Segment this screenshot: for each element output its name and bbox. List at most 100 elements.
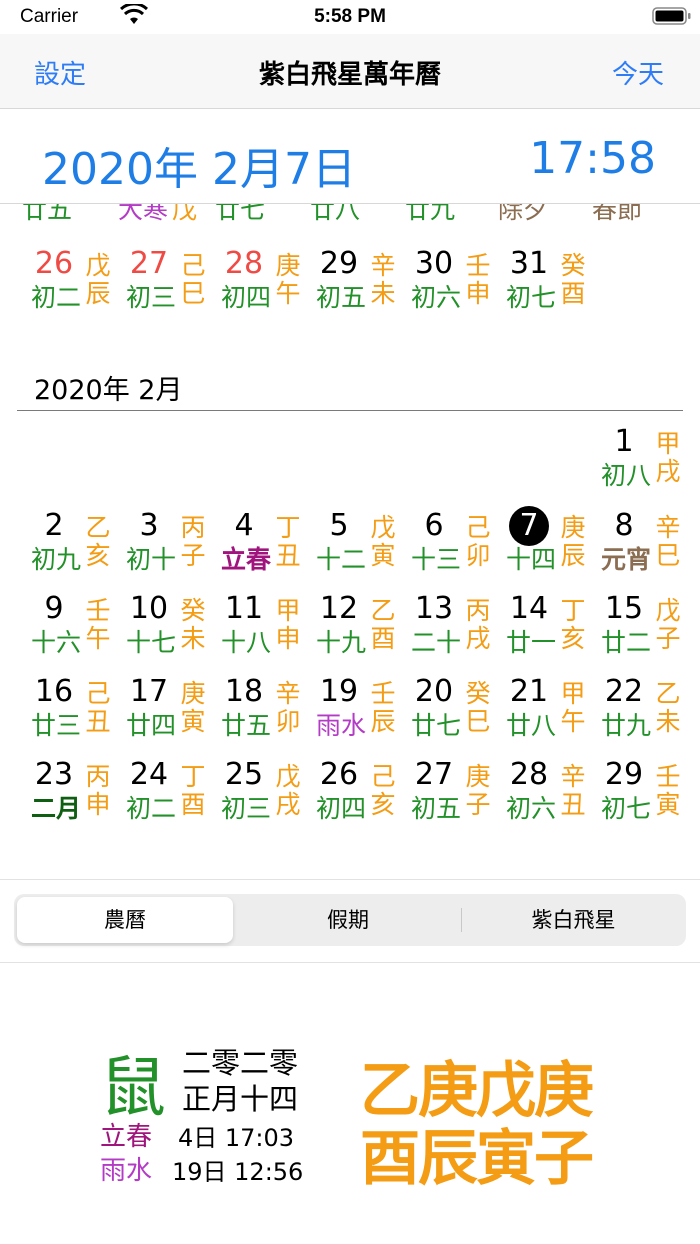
ganzhi-label: 庚午 <box>275 251 301 308</box>
day-number: 5 <box>329 508 349 543</box>
ganzhi-label: 己丑 <box>85 679 111 736</box>
segment-holidays[interactable]: 假期 <box>238 897 458 943</box>
day-cell[interactable]: 21 廿八甲午 <box>500 672 595 752</box>
day-cell[interactable]: 22 廿九乙未 <box>595 672 690 752</box>
day-cell[interactable]: 6 十三己卯 <box>405 506 500 586</box>
lunar-day: 十四 <box>505 545 556 574</box>
ganzhi-label: 丁酉 <box>180 762 206 819</box>
ganzhi-label: 丙子 <box>180 513 206 570</box>
segment-lunar[interactable]: 農曆 <box>17 897 233 943</box>
ganzhi-label: 丁丑 <box>275 513 301 570</box>
lunar-day: 初五 <box>315 283 366 312</box>
clipped-lunar-label: 廿七 <box>215 204 266 224</box>
day-cell[interactable]: 27 初五庚子 <box>405 755 500 835</box>
ganzhi-label: 甲戌 <box>655 429 681 486</box>
battery-icon <box>652 7 691 25</box>
lunar-day: 初二 <box>30 283 81 312</box>
bazi-branches: 酉辰寅子 <box>360 1124 594 1194</box>
current-time[interactable]: 17:58 <box>529 133 656 184</box>
solar-term-1-value: 4日 17:03 <box>178 1124 295 1152</box>
ganzhi-label: 戊寅 <box>370 513 396 570</box>
ganzhi-label: 癸未 <box>180 596 206 653</box>
lunar-day: 廿八 <box>505 711 556 740</box>
lunar-day: 十七 <box>125 628 176 657</box>
calendar-view[interactable]: 廿五 大寒戊廿七 廿八 廿九 除夕 春節 2020年 2月 26 初二戊辰 27 初三己巳 28 初… <box>0 204 700 878</box>
segment-bar: 農曆 假期 紫白飛星 <box>0 879 700 963</box>
day-cell[interactable]: 28 初四庚午 <box>215 244 310 324</box>
day-cell[interactable]: 31 初七癸酉 <box>500 244 595 324</box>
ganzhi-label: 癸酉 <box>560 251 586 308</box>
day-cell[interactable]: 14 廿一丁亥 <box>500 589 595 669</box>
day-number: 28 <box>509 757 549 792</box>
day-number: 14 <box>509 591 549 626</box>
day-number: 11 <box>224 591 264 626</box>
day-number: 10 <box>129 591 169 626</box>
day-number: 30 <box>414 246 454 281</box>
day-cell[interactable]: 27 初三己巳 <box>120 244 215 324</box>
day-cell[interactable]: 10 十七癸未 <box>120 589 215 669</box>
lunar-day: 廿四 <box>125 711 176 740</box>
day-cell[interactable]: 30 初六壬申 <box>405 244 500 324</box>
day-number: 1 <box>614 424 634 459</box>
lunar-day: 雨水 <box>315 711 366 740</box>
day-number: 12 <box>319 591 359 626</box>
day-cell[interactable]: 26 初二戊辰 <box>25 244 120 324</box>
day-cell[interactable]: 25 初三戊戌 <box>215 755 310 835</box>
ganzhi-label: 乙酉 <box>370 596 396 653</box>
day-cell[interactable]: 23 二月丙申 <box>25 755 120 835</box>
day-cell[interactable]: 28 初六辛丑 <box>500 755 595 835</box>
solar-term-1-name: 立春 <box>100 1122 153 1152</box>
day-cell[interactable]: 29 初五辛未 <box>310 244 405 324</box>
lunar-day: 初五 <box>410 794 461 823</box>
day-cell[interactable]: 15 廿二戊子 <box>595 589 690 669</box>
ganzhi-label: 丙戌 <box>465 596 491 653</box>
ganzhi-label: 己巳 <box>180 251 206 308</box>
day-number: 3 <box>139 508 159 543</box>
ganzhi-label: 庚寅 <box>180 679 206 736</box>
ganzhi-label: 乙亥 <box>85 513 111 570</box>
lunar-day: 廿三 <box>30 711 81 740</box>
lunar-day: 十九 <box>315 628 366 657</box>
status-time: 5:58 PM <box>314 6 386 27</box>
clipped-lunar-label: 戊 <box>172 204 198 224</box>
day-cell[interactable]: 5 十二戊寅 <box>310 506 405 586</box>
current-date[interactable]: 2020年 2月7日 <box>42 133 356 197</box>
day-cell[interactable]: 4 立春丁丑 <box>215 506 310 586</box>
ganzhi-label: 辛巳 <box>655 513 681 570</box>
ganzhi-label: 庚子 <box>465 762 491 819</box>
day-cell[interactable]: 18 廿五辛卯 <box>215 672 310 752</box>
ganzhi-label: 辛卯 <box>275 679 301 736</box>
day-cell[interactable]: 19 雨水壬辰 <box>310 672 405 752</box>
day-number: 29 <box>604 757 644 792</box>
day-number: 21 <box>509 674 549 709</box>
day-cell[interactable]: 26 初四己亥 <box>310 755 405 835</box>
day-cell[interactable]: 20 廿七癸巳 <box>405 672 500 752</box>
segment-flying-stars[interactable]: 紫白飛星 <box>464 897 683 943</box>
day-cell[interactable]: 12 十九乙酉 <box>310 589 405 669</box>
day-cell[interactable]: 17 廿四庚寅 <box>120 672 215 752</box>
day-number: 22 <box>604 674 644 709</box>
day-cell[interactable]: 8 元宵辛巳 <box>595 506 690 586</box>
day-cell[interactable]: 2 初九乙亥 <box>25 506 120 586</box>
day-cell[interactable]: 11 十八甲申 <box>215 589 310 669</box>
month-header: 2020年 2月 <box>34 375 183 406</box>
day-cell[interactable]: 7 十四庚辰 <box>500 506 595 586</box>
day-cell[interactable]: 9 十六壬午 <box>25 589 120 669</box>
day-number: 16 <box>34 674 74 709</box>
day-number: 26 <box>34 246 74 281</box>
lunar-day: 廿二 <box>600 628 651 657</box>
today-button[interactable]: 今天 <box>612 54 664 91</box>
page-title: 紫白飛星萬年曆 <box>258 60 441 90</box>
day-cell[interactable]: 1 初八甲戌 <box>595 422 690 502</box>
day-cell[interactable]: 13 二十丙戌 <box>405 589 500 669</box>
day-number: 29 <box>319 246 359 281</box>
day-cell[interactable]: 24 初二丁酉 <box>120 755 215 835</box>
solar-term-2-value: 19日 12:56 <box>172 1158 304 1186</box>
day-cell[interactable]: 16 廿三己丑 <box>25 672 120 752</box>
day-cell[interactable]: 3 初十丙子 <box>120 506 215 586</box>
day-number: 9 <box>44 591 64 626</box>
day-number: 27 <box>414 757 454 792</box>
day-cell[interactable]: 29 初七壬寅 <box>595 755 690 835</box>
ganzhi-label: 丁亥 <box>560 596 586 653</box>
ganzhi-label: 壬辰 <box>370 679 396 736</box>
